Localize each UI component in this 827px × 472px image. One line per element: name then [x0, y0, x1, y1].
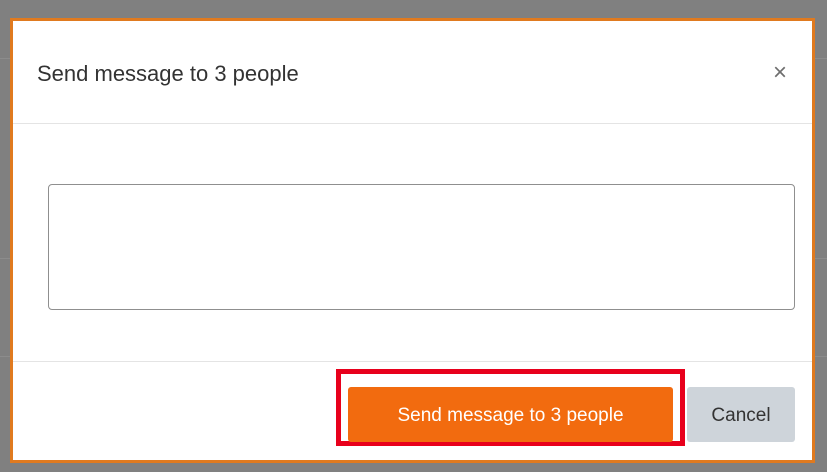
send-message-dialog: Send message to 3 people × Send message …	[10, 18, 815, 463]
cancel-button[interactable]: Cancel	[687, 387, 795, 442]
dialog-body	[13, 124, 812, 362]
close-icon[interactable]: ×	[768, 61, 792, 85]
message-input[interactable]	[48, 184, 795, 310]
dialog-header: Send message to 3 people ×	[13, 21, 812, 124]
send-message-button[interactable]: Send message to 3 people	[348, 387, 673, 442]
dialog-footer: Send message to 3 people Cancel	[13, 362, 812, 463]
dialog-title: Send message to 3 people	[37, 61, 299, 86]
